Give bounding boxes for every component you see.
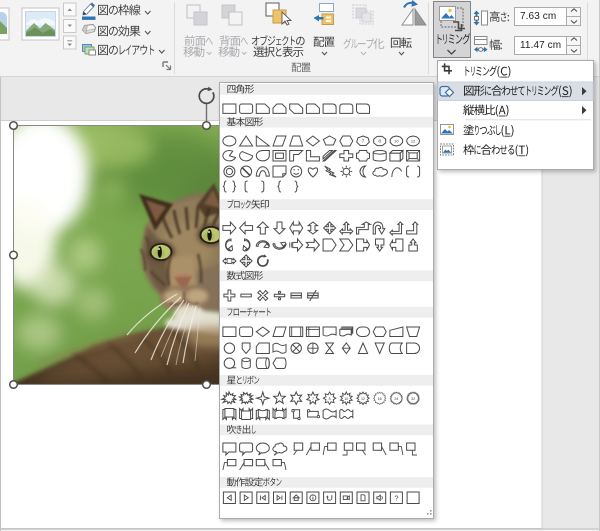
svg-text:12: 12 [410, 138, 415, 143]
svg-text:7: 7 [311, 397, 313, 401]
svg-text:?: ? [394, 495, 398, 502]
svg-text:24: 24 [394, 397, 398, 401]
svg-text:10: 10 [394, 138, 399, 143]
svg-text:32: 32 [411, 397, 415, 401]
svg-text:7: 7 [361, 139, 364, 144]
svg-text:10: 10 [344, 397, 348, 401]
svg-text:8: 8 [378, 139, 381, 144]
svg-text:12: 12 [361, 397, 365, 401]
svg-text:8: 8 [328, 397, 330, 401]
svg-text:16: 16 [377, 397, 381, 401]
